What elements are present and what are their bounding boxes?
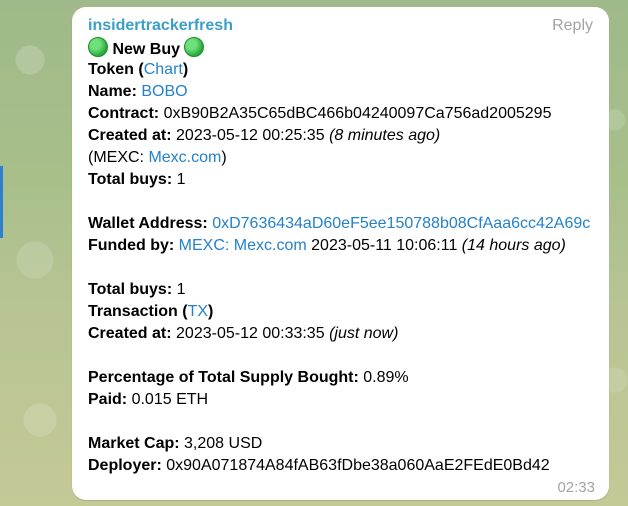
- contract-value: 0xB90B2A35C65dBC466b04240097Ca756ad20052…: [163, 105, 552, 122]
- mexc-link[interactable]: Mexc.com: [148, 149, 221, 166]
- total-buys-label: Total buys:: [88, 281, 173, 298]
- total-buys-value: 1: [176, 171, 186, 188]
- paid-label: Paid:: [88, 391, 128, 408]
- wallet-link[interactable]: 0xD7636434aD60eF5ee150788b08CfAaa6cc42A6…: [212, 215, 590, 232]
- token-row: Token (Chart): [88, 59, 599, 81]
- scroll-indicator: [0, 166, 3, 238]
- contract-row: Contract: 0xB90B2A35C65dBC466b04240097Ca…: [88, 103, 599, 125]
- funded-date: 2023-05-11 10:06:11: [311, 237, 458, 254]
- created-row-2: Created at: 2023-05-12 00:33:35 (just no…: [88, 323, 599, 345]
- headline-text: New Buy: [112, 41, 181, 58]
- created-relative: (8 minutes ago): [329, 127, 441, 144]
- created-label: Created at:: [88, 325, 172, 342]
- sender-name[interactable]: insidertrackerfresh: [88, 15, 599, 37]
- token-paren-close: ): [182, 61, 189, 78]
- market-cap-row: Market Cap: 3,208 USD: [88, 433, 599, 455]
- green-circle-icon: [184, 37, 205, 57]
- wallet-row: Wallet Address: 0xD7636434aD60eF5ee15078…: [88, 213, 599, 235]
- total-buys-value: 1: [176, 281, 186, 298]
- market-cap-label: Market Cap:: [88, 435, 180, 452]
- paid-value: 0.015 ETH: [131, 391, 209, 408]
- name-row: Name: BOBO: [88, 81, 599, 103]
- funded-label: Funded by:: [88, 237, 175, 254]
- chart-link[interactable]: Chart: [144, 61, 183, 78]
- transaction-label: Transaction: [88, 303, 178, 320]
- wallet-label: Wallet Address:: [88, 215, 208, 232]
- created-relative: (just now): [329, 325, 399, 342]
- funded-relative: (14 hours ago): [461, 237, 566, 254]
- message-time: 02:33: [557, 479, 595, 496]
- deployer-row: Deployer: 0x90A071874A84fAB63fDbe38a060A…: [88, 455, 599, 477]
- transaction-row: Transaction (TX): [88, 301, 599, 323]
- token-name-link[interactable]: BOBO: [141, 83, 187, 100]
- total-buys-label: Total buys:: [88, 171, 173, 188]
- token-label: Token: [88, 61, 134, 78]
- supply-row: Percentage of Total Supply Bought: 0.89%: [88, 367, 599, 389]
- exchange-prefix: (MEXC:: [88, 149, 144, 166]
- deployer-label: Deployer:: [88, 457, 162, 474]
- headline-row: New Buy: [88, 37, 599, 59]
- name-label: Name:: [88, 83, 137, 100]
- created-value: 2023-05-12 00:25:35: [176, 127, 325, 144]
- total-buys-row-2: Total buys: 1: [88, 279, 599, 301]
- total-buys-row: Total buys: 1: [88, 169, 599, 191]
- tx-paren-close: ): [208, 303, 214, 320]
- market-cap-value: 3,208 USD: [184, 435, 263, 452]
- message-content: insidertrackerfresh New Buy Token (Chart…: [88, 15, 599, 477]
- contract-label: Contract:: [88, 105, 160, 122]
- paid-row: Paid: 0.015 ETH: [88, 389, 599, 411]
- message-bubble[interactable]: Reply insidertrackerfresh New Buy Token …: [72, 7, 609, 500]
- supply-value: 0.89%: [363, 369, 409, 386]
- funded-row: Funded by: MEXC: Mexc.com 2023-05-11 10:…: [88, 235, 599, 257]
- exchange-row: (MEXC: Mexc.com): [88, 147, 599, 169]
- tx-link[interactable]: TX: [188, 303, 208, 320]
- green-circle-icon: [88, 37, 108, 57]
- exchange-paren-close: ): [221, 149, 227, 166]
- deployer-value: 0x90A071874A84fAB63fDbe38a060AaE2FEdE0Bd…: [166, 457, 550, 474]
- created-row: Created at: 2023-05-12 00:25:35 (8 minut…: [88, 125, 599, 147]
- supply-label: Percentage of Total Supply Bought:: [88, 369, 359, 386]
- funded-link[interactable]: MEXC: Mexc.com: [179, 237, 307, 254]
- created-value: 2023-05-12 00:33:35: [176, 325, 325, 342]
- created-label: Created at:: [88, 127, 172, 144]
